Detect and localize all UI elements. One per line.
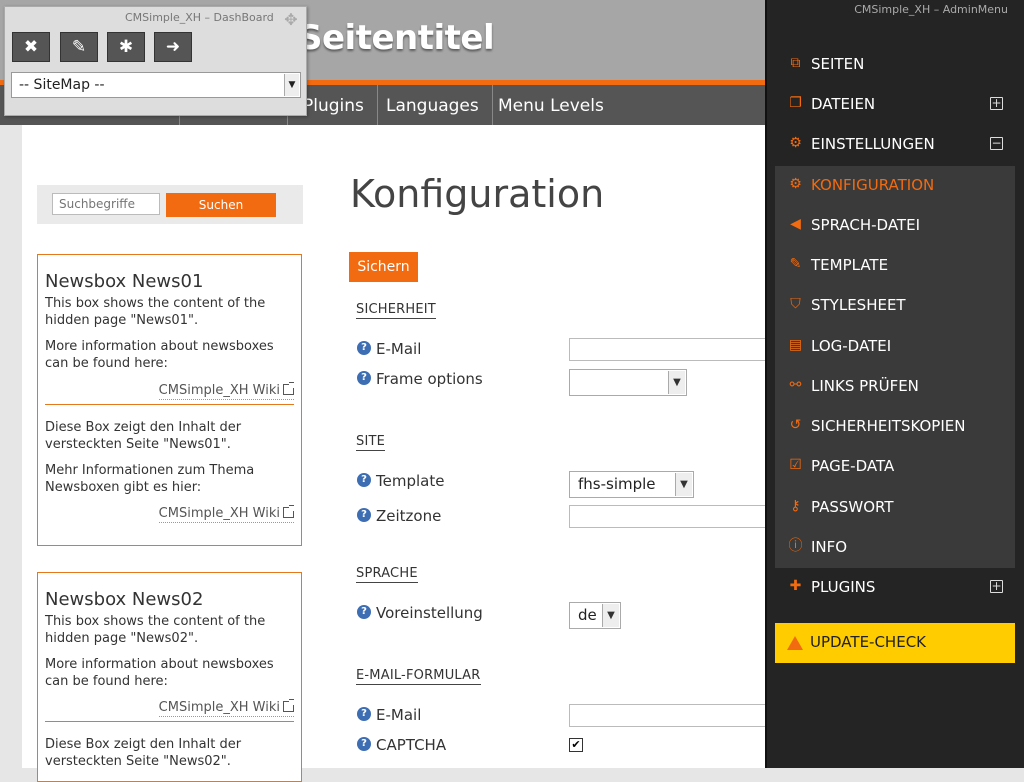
files-icon: ❐ <box>789 95 802 111</box>
timezone-input[interactable] <box>569 505 769 528</box>
newsbox-news02: Newsbox News02 This box shows the conten… <box>37 572 302 782</box>
captcha-label: CAPTCHA <box>376 736 447 754</box>
bullhorn-icon: ◀ <box>790 216 801 232</box>
newsbox-text: This box shows the content of the hidden… <box>45 614 266 646</box>
timezone-label: Zeitzone <box>376 507 442 525</box>
newsbox-more: More information about newsboxes can be … <box>45 339 274 371</box>
move-icon[interactable]: ✥ <box>282 11 300 29</box>
puzzle-icon: ✚ <box>789 578 802 594</box>
sign-out-icon: ➜ <box>165 37 181 57</box>
default-language-select[interactable]: de ▼ <box>569 602 621 629</box>
info-circle-icon: ⓘ <box>788 538 803 554</box>
frame-options-label: Frame options <box>376 370 483 388</box>
help-icon[interactable]: ? <box>357 341 371 355</box>
chevron-down-icon: ▼ <box>668 371 685 394</box>
edit-icon: ✎ <box>71 37 87 57</box>
frame-options-select[interactable]: ▼ <box>569 369 687 396</box>
help-icon[interactable]: ? <box>357 737 371 751</box>
close-edit-button[interactable]: ✖ <box>12 32 50 62</box>
newsbox-divider <box>45 404 294 405</box>
help-icon[interactable]: ? <box>357 473 371 487</box>
newsbox-text-de: Diese Box zeigt den Inhalt der versteckt… <box>45 737 242 769</box>
security-email-label: E-Mail <box>376 340 422 358</box>
nav-item-menu-levels[interactable]: Menu Levels <box>485 85 617 125</box>
dashboard-widget: CMSimple_XH – DashBoard ✥ ✖ ✎ ✱ ➜ -- Sit… <box>4 6 307 116</box>
check-square-icon: ☑ <box>789 457 802 473</box>
external-link-icon <box>283 699 294 712</box>
newsbox-title: Newsbox News01 <box>45 271 204 292</box>
wiki-link[interactable]: CMSimple_XH Wiki <box>158 699 294 717</box>
newsbox-text-de: Diese Box zeigt den Inhalt der versteckt… <box>45 420 242 452</box>
page-title: Konfiguration <box>350 172 605 216</box>
expand-plugins-icon[interactable]: + <box>990 580 1003 593</box>
cogs-icon: ⚙ <box>789 135 802 151</box>
newsbox-news01: Newsbox News01 This box shows the conten… <box>37 254 302 546</box>
key-icon: ⚷ <box>790 498 801 514</box>
newsbox-more-de: Mehr Informationen zum Thema Newsboxen g… <box>45 463 255 495</box>
newsbox-title: Newsbox News02 <box>45 589 204 610</box>
newsbox-text: This box shows the content of the hidden… <box>45 296 266 328</box>
mailform-email-label: E-Mail <box>376 706 422 724</box>
section-site: SITE <box>356 434 386 451</box>
section-language: SPRACHE <box>356 566 418 583</box>
site-title: Seitentitel <box>298 18 495 58</box>
wiki-link[interactable]: CMSimple_XH Wiki <box>158 382 294 400</box>
logout-button[interactable]: ➜ <box>154 32 192 62</box>
search-button[interactable]: Suchen <box>166 193 276 217</box>
save-button[interactable]: Sichern <box>349 252 418 282</box>
default-language-label: Voreinstellung <box>376 604 483 622</box>
dashboard-title: CMSimple_XH – DashBoard <box>125 11 274 24</box>
gear-icon: ⚙ <box>789 176 802 192</box>
file-text-icon: ▤ <box>788 337 803 353</box>
edit-icon: ✎ <box>789 256 802 272</box>
css3-icon: ⛉ <box>790 296 801 312</box>
newsbox-more: More information about newsboxes can be … <box>45 657 274 689</box>
history-icon: ↺ <box>789 417 802 433</box>
wiki-link[interactable]: CMSimple_XH Wiki <box>158 505 294 523</box>
mailform-email-input[interactable] <box>569 704 769 727</box>
template-select[interactable]: fhs-simple ▼ <box>569 471 694 498</box>
sitemap-select[interactable]: -- SiteMap -- ▼ <box>11 72 301 98</box>
collapse-settings-icon[interactable]: − <box>990 137 1003 150</box>
section-security: SICHERHEIT <box>356 302 436 319</box>
sitemap-icon: ⧉ <box>790 55 801 71</box>
help-icon[interactable]: ? <box>357 371 371 385</box>
bug-icon: ✱ <box>118 37 134 57</box>
close-icon: ✖ <box>23 37 39 57</box>
update-check-button[interactable]: UPDATE-CHECK <box>775 623 1015 663</box>
external-link-icon <box>283 505 294 518</box>
expand-files-icon[interactable]: + <box>990 97 1003 110</box>
search-input[interactable] <box>52 193 160 215</box>
nav-item-languages[interactable]: Languages <box>373 85 493 125</box>
template-label: Template <box>376 472 445 490</box>
admin-menu-title: CMSimple_XH – AdminMenu <box>854 3 1008 16</box>
help-icon[interactable]: ? <box>357 707 371 721</box>
debug-button[interactable]: ✱ <box>107 32 145 62</box>
security-email-input[interactable] <box>569 338 769 361</box>
chevron-down-icon: ▼ <box>675 473 692 496</box>
chain-broken-icon: ⚯ <box>789 377 802 393</box>
edit-button[interactable]: ✎ <box>60 32 98 62</box>
newsbox-divider <box>45 721 294 722</box>
help-icon[interactable]: ? <box>357 508 371 522</box>
captcha-checkbox[interactable]: ✔ <box>569 738 583 752</box>
warning-icon <box>787 636 803 650</box>
chevron-down-icon: ▼ <box>284 74 299 96</box>
help-icon[interactable]: ? <box>357 605 371 619</box>
chevron-down-icon: ▼ <box>602 604 619 627</box>
section-mailform: E-MAIL-FORMULAR <box>356 668 481 685</box>
external-link-icon <box>283 382 294 395</box>
